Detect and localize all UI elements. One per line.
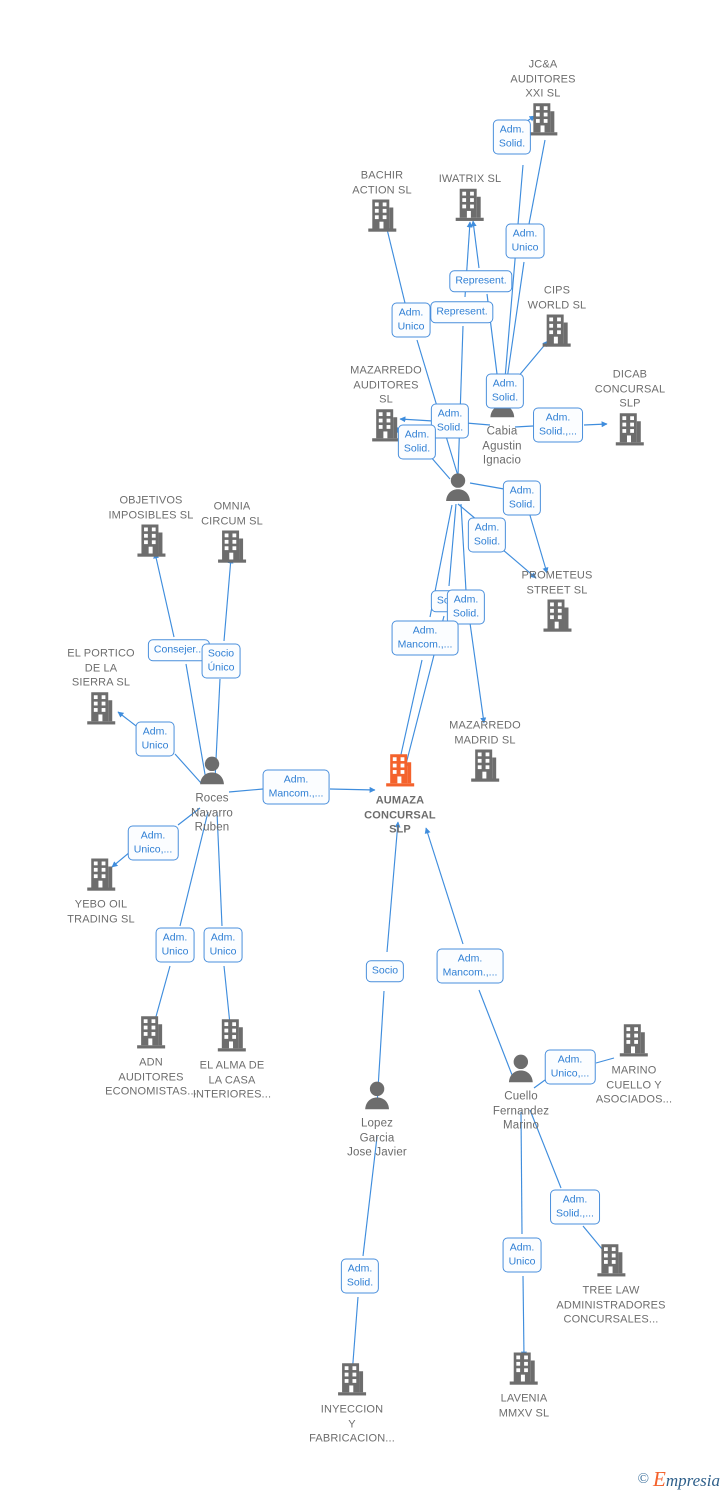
edge-label-person2-to-bachir[interactable]: Adm. Unico xyxy=(391,302,431,338)
building-icon xyxy=(201,530,263,569)
node-label: DICAB CONCURSAL SLP xyxy=(594,368,666,410)
brand-initial: E xyxy=(653,1467,666,1491)
brand-name: mpresia xyxy=(665,1471,720,1490)
node-label: LAVENIA MMXV SL xyxy=(498,1392,550,1420)
building-icon xyxy=(449,749,521,788)
edge-label-cabia-to-mazaud[interactable]: Adm. Solid. xyxy=(430,403,470,439)
node-label: INYECCION Y FABRICACION... xyxy=(309,1403,395,1445)
graph-node-objetivos[interactable]: OBJETIVOS IMPOSIBLES SL xyxy=(108,494,193,563)
node-label: EL PORTICO DE LA SIERRA SL xyxy=(67,647,135,689)
edge-label-person2-to-aumaza[interactable]: Adm. Mancom.,... xyxy=(391,620,459,656)
graph-node-cuello[interactable]: Cuello Fernandez Marino xyxy=(493,1053,549,1133)
node-label: Cabia Agustin Ignacio xyxy=(482,425,522,467)
building-icon xyxy=(439,187,502,226)
edge-label-cabia-to-dicab[interactable]: Adm. Solid.,... xyxy=(533,407,583,443)
edge-label-roces-to-aumaza[interactable]: Adm. Mancom.,... xyxy=(262,769,330,805)
graph-node-mazmadrid[interactable]: MAZARREDO MADRID SL xyxy=(449,719,521,788)
graph-node-treelaw[interactable]: TREE LAW ADMINISTRADORES CONCURSALES... xyxy=(556,1243,665,1327)
graph-node-prometeus[interactable]: PROMETEUS STREET SL xyxy=(521,569,592,638)
person-icon xyxy=(191,755,233,790)
building-icon xyxy=(521,599,592,638)
edge-label-cabia-to-cips[interactable]: Adm. Solid. xyxy=(485,373,525,409)
building-icon xyxy=(596,1023,672,1062)
node-label: MAZARREDO MADRID SL xyxy=(449,719,521,747)
node-label: MARINO CUELLO Y ASOCIADOS... xyxy=(595,1064,673,1106)
edge-label-cabia-to-cips[interactable]: Adm. Unico xyxy=(505,223,545,259)
graph-node-inyeccion[interactable]: INYECCION Y FABRICACION... xyxy=(309,1362,395,1446)
building-icon xyxy=(193,1018,271,1057)
edge-label-cuello-to-lavenia[interactable]: Adm. Unico xyxy=(502,1237,542,1273)
edge-label-lopez-to-inyeccion[interactable]: Adm. Solid. xyxy=(340,1258,380,1294)
graph-node-portico[interactable]: EL PORTICO DE LA SIERRA SL xyxy=(67,646,135,730)
building-icon xyxy=(67,858,135,897)
graph-node-lavenia[interactable]: LAVENIA MMXV SL xyxy=(499,1352,550,1421)
empresia-watermark: © Empresia xyxy=(638,1467,720,1492)
person-icon xyxy=(493,1053,549,1088)
edge-label-cuello-to-treelaw[interactable]: Adm. Solid.,... xyxy=(550,1189,600,1225)
edge-label-roces-to-portico[interactable]: Adm. Unico xyxy=(135,721,175,757)
graph-node-adn[interactable]: ADN AUDITORES ECONOMISTAS... xyxy=(105,1015,197,1099)
graph-node-dicab[interactable]: DICAB CONCURSAL SLP xyxy=(595,367,665,451)
node-label: OMNIA CIRCUM SL xyxy=(201,500,263,528)
graph-node-lopez[interactable]: Lopez Garcia Jose Javier xyxy=(347,1080,407,1160)
edge-label-roces-to-yebo[interactable]: Adm. Unico,... xyxy=(127,825,179,861)
building-icon xyxy=(309,1362,395,1401)
node-label: TREE LAW ADMINISTRADORES CONCURSALES... xyxy=(556,1284,666,1326)
edge-label-roces-to-adn[interactable]: Adm. Unico xyxy=(155,927,195,963)
edge-label-person2-to-prometeus[interactable]: Adm. Solid. xyxy=(467,517,507,553)
node-label: PROMETEUS STREET SL xyxy=(521,569,593,597)
graph-node-person2[interactable] xyxy=(444,472,472,508)
edge-label-lopez-to-aumaza[interactable]: Socio xyxy=(365,960,405,982)
copyright-icon: © xyxy=(637,1471,650,1487)
node-label: YEBO OIL TRADING SL xyxy=(67,898,135,926)
edge-label-person2-to-mazmadrid[interactable]: Adm. Solid. xyxy=(446,589,486,625)
graph-node-yebo[interactable]: YEBO OIL TRADING SL xyxy=(67,858,135,927)
building-icon xyxy=(67,691,135,730)
building-icon xyxy=(499,1352,550,1391)
node-label: EL ALMA DE LA CASA INTERIORES... xyxy=(192,1059,272,1101)
person-icon xyxy=(444,472,472,507)
edge-label-cabia-to-jca[interactable]: Adm. Solid. xyxy=(492,119,532,155)
graph-node-aumaza[interactable]: AUMAZA CONCURSAL SLP xyxy=(364,753,436,837)
building-icon xyxy=(105,1015,197,1054)
node-label: BACHIR ACTION SL xyxy=(352,169,412,197)
edge-label-cuello-to-marino[interactable]: Adm. Unico,... xyxy=(544,1049,596,1085)
node-label: Roces Navarro Ruben xyxy=(191,792,233,834)
node-label: AUMAZA CONCURSAL SLP xyxy=(364,794,436,836)
graph-node-iwatrix[interactable]: IWATRIX SL xyxy=(439,172,502,227)
node-label: OBJETIVOS IMPOSIBLES SL xyxy=(108,494,194,522)
graph-node-marino[interactable]: MARINO CUELLO Y ASOCIADOS... xyxy=(596,1023,672,1107)
building-icon xyxy=(595,412,665,451)
edge-label-roces-to-omnia[interactable]: Socio Único xyxy=(201,643,241,679)
node-label: IWATRIX SL xyxy=(438,172,502,185)
edge-label-person2-to-prometeus[interactable]: Adm. Solid. xyxy=(502,480,542,516)
edge-label-person2-to-mazaud[interactable]: Adm. Solid. xyxy=(397,424,437,460)
edge-label-person2-to-iwatrix[interactable]: Represent. xyxy=(430,301,494,323)
edge-label-roces-to-elalma[interactable]: Adm. Unico xyxy=(203,927,243,963)
building-icon xyxy=(352,199,411,238)
node-label: Lopez Garcia Jose Javier xyxy=(347,1117,407,1159)
building-icon xyxy=(556,1243,665,1282)
edge-label-cuello-to-aumaza[interactable]: Adm. Mancom.,... xyxy=(436,948,504,984)
graph-node-bachir[interactable]: BACHIR ACTION SL xyxy=(352,169,412,238)
graph-node-omnia[interactable]: OMNIA CIRCUM SL xyxy=(201,500,263,569)
building-icon xyxy=(108,524,193,563)
node-label: CIPS WORLD SL xyxy=(527,284,587,312)
edge-label-cabia-to-iwatrix[interactable]: Represent. xyxy=(449,270,513,292)
graph-node-roces[interactable]: Roces Navarro Ruben xyxy=(191,755,233,835)
graph-node-elalma[interactable]: EL ALMA DE LA CASA INTERIORES... xyxy=(193,1018,271,1102)
person-icon xyxy=(347,1080,407,1115)
node-label: Cuello Fernandez Marino xyxy=(492,1090,550,1132)
building-icon xyxy=(364,753,436,792)
graph-node-cips[interactable]: CIPS WORLD SL xyxy=(528,284,587,353)
node-label: JC&A AUDITORES XXI SL xyxy=(510,58,576,100)
node-label: MAZARREDO AUDITORES SL xyxy=(350,364,422,406)
building-icon xyxy=(528,314,587,353)
node-label: ADN AUDITORES ECONOMISTAS... xyxy=(105,1056,197,1098)
